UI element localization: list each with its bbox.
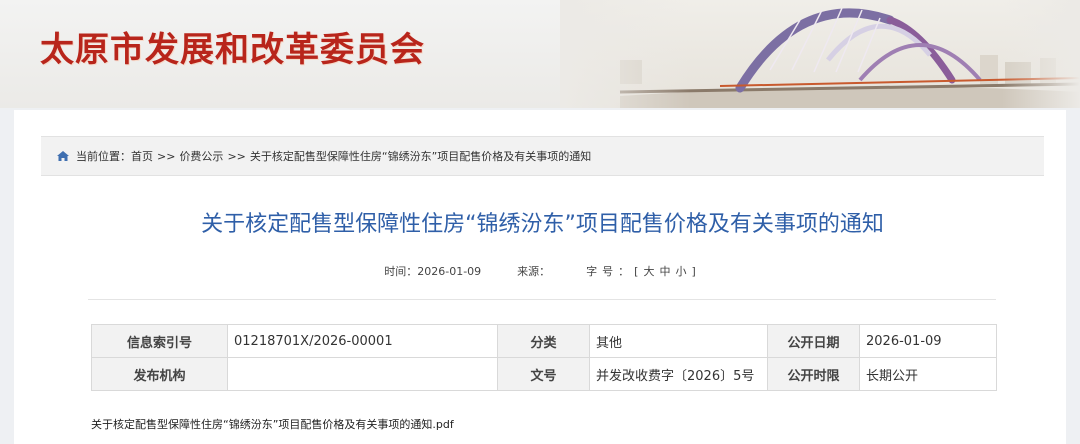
source-label: 来源： xyxy=(517,265,551,278)
fontsize-close-bracket: ] xyxy=(691,265,701,278)
breadcrumb: 当前位置： 首页 >> 价费公示 >> 关于核定配售型保障性住房“锦绣汾东”项目… xyxy=(41,136,1044,176)
article-meta: 时间：2026-01-09 来源： 字号：[大中小] xyxy=(41,263,1044,279)
breadcrumb-separator: >> xyxy=(157,149,176,163)
fontsize-small-button[interactable]: 小 xyxy=(675,265,691,278)
breadcrumb-prefix: 当前位置： xyxy=(76,150,131,163)
article-title: 关于核定配售型保障性住房“锦绣汾东”项目配售价格及有关事项的通知 xyxy=(201,212,884,237)
issuing-agency-value xyxy=(227,357,498,391)
table-row: 信息索引号 01218701X/2026-00001 分类 其他 公开日期 20… xyxy=(91,324,997,358)
category-label: 分类 xyxy=(497,324,590,358)
breadcrumb-separator: >> xyxy=(227,149,246,163)
info-table: 信息索引号 01218701X/2026-00001 分类 其他 公开日期 20… xyxy=(91,324,997,391)
meta-divider xyxy=(88,299,996,300)
time-value: 2026-01-09 xyxy=(417,265,482,278)
table-row: 发布机构 文号 并发改收费字〔2026〕5号 公开时限 长期公开 xyxy=(91,357,997,391)
site-header-banner: 太原市发展和改革委员会 xyxy=(0,0,1080,108)
bridge-illustration xyxy=(560,0,1080,108)
breadcrumb-home-link[interactable]: 首页 xyxy=(131,148,153,164)
issuing-agency-label: 发布机构 xyxy=(91,357,228,391)
document-number-value: 并发改收费字〔2026〕5号 xyxy=(589,357,768,391)
fontsize-label: 字号： xyxy=(586,265,635,278)
fontsize-large-button[interactable]: 大 xyxy=(643,265,659,278)
index-number-value: 01218701X/2026-00001 xyxy=(227,324,498,358)
fontsize-medium-button[interactable]: 中 xyxy=(659,265,675,278)
site-title: 太原市发展和改革委员会 xyxy=(40,30,425,70)
category-value: 其他 xyxy=(589,324,768,358)
disclosure-period-value: 长期公开 xyxy=(859,357,997,391)
breadcrumb-current: 关于核定配售型保障性住房“锦绣汾东”项目配售价格及有关事项的通知 xyxy=(249,150,592,163)
time-label: 时间： xyxy=(384,265,418,278)
publish-date-value: 2026-01-09 xyxy=(859,324,997,358)
home-icon xyxy=(56,150,70,162)
document-number-label: 文号 xyxy=(497,357,590,391)
breadcrumb-pricing-link[interactable]: 价费公示 xyxy=(179,148,223,164)
publish-date-label: 公开日期 xyxy=(767,324,860,358)
index-number-label: 信息索引号 xyxy=(91,324,228,358)
disclosure-period-label: 公开时限 xyxy=(767,357,860,391)
attachment-link[interactable]: 关于核定配售型保障性住房“锦绣汾东”项目配售价格及有关事项的通知.pdf xyxy=(91,416,454,432)
